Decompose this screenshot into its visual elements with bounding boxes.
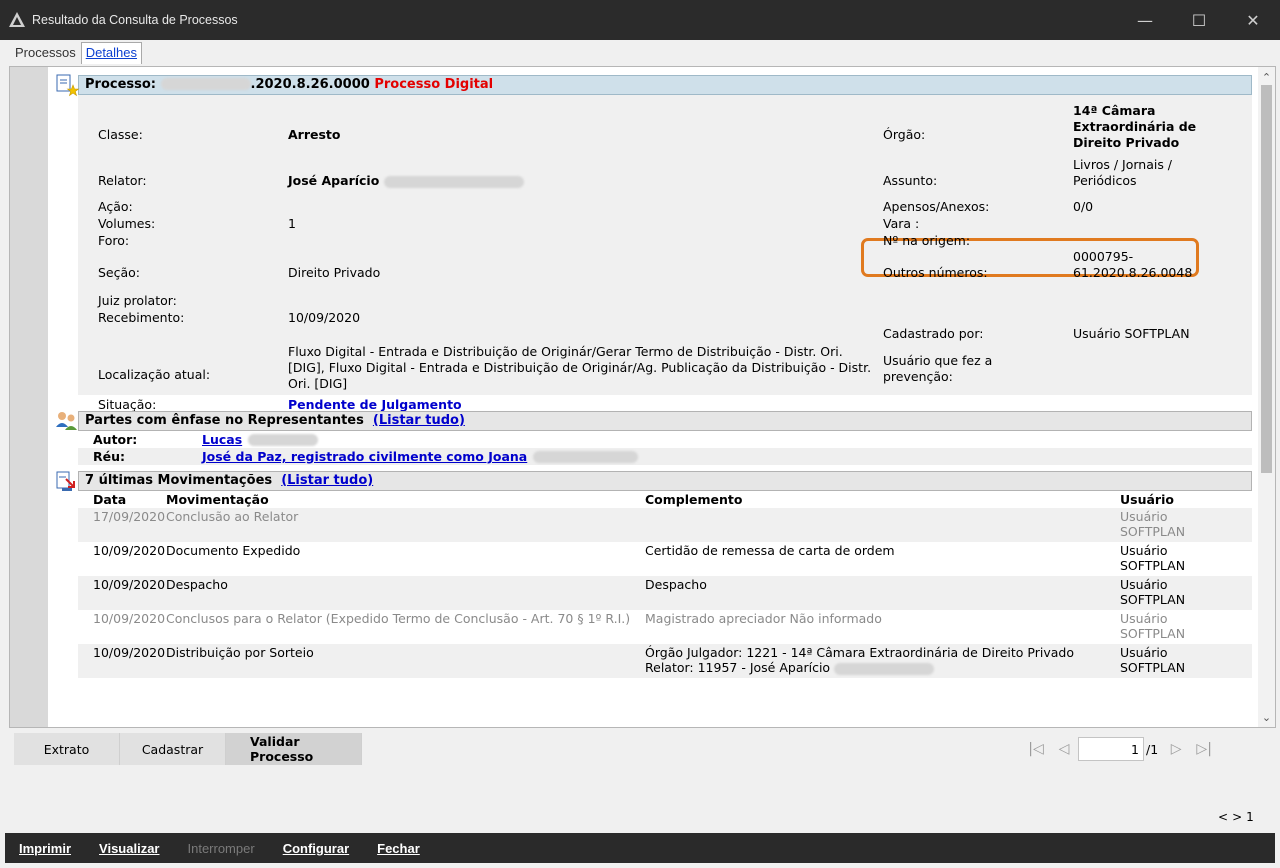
extrato-button[interactable]: Extrato (14, 733, 120, 765)
secao-label: Seção: (98, 265, 141, 280)
origem-label: Nº na origem: (883, 233, 971, 248)
table-header: Data Movimentação Complemento Usuário (78, 491, 1252, 508)
maximize-button[interactable]: ☐ (1172, 0, 1226, 40)
recebimento-label: Recebimento: (98, 310, 185, 325)
pager: |◁ ◁ /1 ▷ ▷| (1022, 737, 1218, 761)
interromper-button[interactable]: Interromper (187, 841, 254, 856)
tab-strip: Processos Detalhes (10, 42, 143, 64)
scroll-up-icon[interactable]: ⌃ (1258, 69, 1275, 85)
scroll-down-icon[interactable]: ⌄ (1258, 709, 1275, 725)
redacted-number (160, 78, 251, 90)
classe-value: Arresto (288, 127, 341, 142)
validar-processo-button[interactable]: Validar Processo (226, 733, 362, 765)
app-logo-icon (8, 11, 26, 29)
localizacao-label: Localização atual: (98, 367, 211, 382)
list-item: Autor: Lucas (78, 431, 1252, 448)
classe-label: Classe: (98, 127, 143, 142)
processo-details-grid: Classe: Arresto Relator: José Aparício A… (78, 95, 1252, 412)
reu-link[interactable]: José da Paz, registrado civilmente como … (202, 449, 527, 464)
next-page-icon[interactable]: ▷ (1162, 741, 1190, 757)
apensos-value: 0/0 (1073, 199, 1094, 214)
reu-label: Réu: (93, 449, 126, 464)
foro-label: Foro: (98, 233, 130, 248)
orgao-label: Órgão: (883, 127, 926, 142)
document-arrow-icon (54, 469, 80, 493)
recebimento-value: 10/09/2020 (288, 310, 361, 325)
fechar-button[interactable]: Fechar (377, 841, 420, 856)
col-movimentacao: Movimentação (166, 492, 269, 507)
first-page-icon[interactable]: |◁ (1022, 741, 1050, 757)
title-bar: Resultado da Consulta de Processos — ☐ ✕ (0, 0, 1280, 40)
col-data: Data (93, 492, 127, 507)
volumes-label: Volumes: (98, 216, 156, 231)
partes-list: Autor: Lucas Réu: José da Paz, registrad… (78, 431, 1252, 465)
close-button[interactable]: ✕ (1226, 0, 1280, 40)
document-star-icon (54, 73, 80, 97)
volumes-value: 1 (288, 216, 296, 231)
details-panel: Processo: .2020.8.26.0000 Processo Digit… (9, 66, 1276, 728)
imprimir-button[interactable]: Imprimir (19, 841, 71, 856)
table-row: 17/09/2020 Conclusão ao Relator Usuário … (78, 508, 1252, 542)
vertical-scrollbar[interactable]: ⌃ ⌄ (1258, 67, 1275, 727)
cadastrado-label: Cadastrado por: (883, 326, 984, 341)
prevencao-label: Usuário que fez a prevenção: (883, 353, 993, 384)
autor-label: Autor: (93, 432, 138, 447)
mini-page-number: 1 (1246, 810, 1254, 824)
list-item: Réu: José da Paz, registrado civilmente … (78, 448, 1252, 465)
table-row: 10/09/2020 Despacho Despacho Usuário SOF… (78, 576, 1252, 610)
partes-title: Partes com ênfase no Representantes (85, 412, 364, 428)
cadastrar-button[interactable]: Cadastrar (120, 733, 226, 765)
movimentacoes-table: Data Movimentação Complemento Usuário 17… (78, 491, 1252, 678)
last-page-icon[interactable]: ▷| (1190, 741, 1218, 757)
processo-label: Processo: (85, 76, 156, 92)
mini-nav: < > 1 (1218, 810, 1254, 824)
action-buttons: Extrato Cadastrar Validar Processo (14, 733, 362, 765)
table-row: 10/09/2020 Documento Expedido Certidão d… (93, 543, 1186, 573)
prev-page-icon[interactable]: ◁ (1050, 741, 1078, 757)
relator-label: Relator: (98, 173, 147, 188)
orgao-value: 14ª Câmara Extraordinária de Direito Pri… (1073, 103, 1197, 150)
page-total: /1 (1146, 741, 1159, 757)
col-usuario: Usuário (1120, 492, 1174, 507)
processo-header: Processo: .2020.8.26.0000 Processo Digit… (50, 73, 1258, 97)
vara-label: Vara : (883, 216, 920, 231)
scroll-thumb[interactable] (1261, 85, 1272, 473)
partes-header: Partes com ênfase no Representantes (Lis… (50, 409, 1258, 431)
outros-numeros-value: 0000795-61.2020.8.26.0048 (1073, 249, 1193, 280)
page-input[interactable] (1078, 737, 1144, 761)
processo-number: .2020.8.26.0000 (250, 76, 370, 92)
localizacao-value: Fluxo Digital - Entrada e Distribuição d… (288, 344, 872, 391)
outros-numeros-label: Outros números: (883, 265, 988, 280)
juiz-prolator-label: Juiz prolator: (98, 293, 177, 308)
configurar-button[interactable]: Configurar (283, 841, 349, 856)
cadastrado-value: Usuário SOFTPLAN (1073, 326, 1190, 341)
col-complemento: Complemento (645, 492, 743, 507)
tab-detalhes[interactable]: Detalhes (80, 42, 143, 64)
mini-prev-icon[interactable]: < (1218, 810, 1228, 824)
people-icon (54, 409, 80, 433)
processo-digital-tag: Processo Digital (374, 76, 494, 92)
minimize-button[interactable]: — (1118, 0, 1172, 40)
apensos-label: Apensos/Anexos: (883, 199, 990, 214)
autor-link[interactable]: Lucas (202, 432, 242, 447)
movimentacoes-header: 7 últimas Movimentações (Listar tudo) (50, 469, 1258, 491)
visualizar-button[interactable]: Visualizar (99, 841, 159, 856)
bottom-toolbar: Imprimir Visualizar Interromper Configur… (5, 833, 1275, 863)
table-row: 10/09/2020 Conclusos para o Relator (Exp… (93, 611, 1186, 641)
movimentacoes-listar-tudo-link[interactable]: (Listar tudo) (281, 473, 373, 488)
secao-value: Direito Privado (288, 265, 381, 280)
assunto-value: Livros / Jornais / Periódicos (1073, 157, 1173, 188)
acao-label: Ação: (98, 199, 133, 214)
relator-value: José Aparício (288, 173, 524, 189)
details-content: Processo: .2020.8.26.0000 Processo Digit… (50, 73, 1258, 727)
assunto-label: Assunto: (883, 173, 938, 188)
partes-listar-tudo-link[interactable]: (Listar tudo) (373, 413, 465, 428)
table-row: 10/09/2020 Distribuição por Sorteio Órgã… (78, 644, 1252, 678)
mini-next-icon[interactable]: > (1232, 810, 1242, 824)
window-title: Resultado da Consulta de Processos (32, 13, 238, 27)
tab-processos[interactable]: Processos (10, 42, 81, 64)
movimentacoes-title: 7 últimas Movimentações (85, 472, 273, 488)
left-gutter (10, 67, 48, 727)
